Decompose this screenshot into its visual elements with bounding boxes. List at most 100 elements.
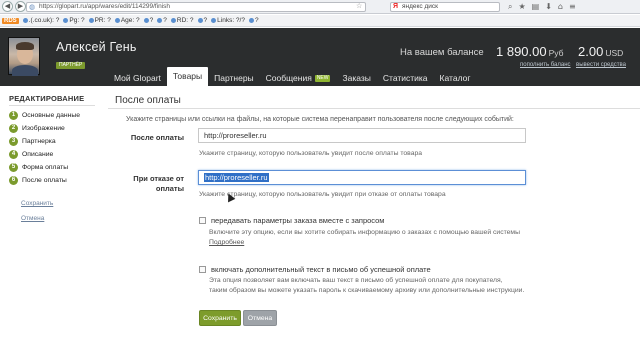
more-link[interactable]: Подробнее (209, 239, 244, 246)
browser-toolbar: ◀ ▶ ◍ https://glopart.ru/app/wares/edit/… (0, 0, 640, 14)
globe-icon: ◍ (29, 3, 36, 11)
sidebar-step[interactable]: 3 Партнерка (9, 136, 56, 146)
tab-my-glopart[interactable]: Мой Glopart (108, 70, 167, 86)
seo-item-label: Links: ?/? (217, 17, 245, 24)
pass-params-desc: Включите эту опцию, если вы хотите собир… (209, 229, 520, 236)
seo-item-label: PR: ? (94, 17, 111, 24)
browser-icons: ⌕ ★ ▤ ⬇ ⌂ ≡ (508, 2, 576, 12)
seo-item[interactable]: .(.co.uk): ? (22, 17, 60, 24)
seo-icon (197, 18, 203, 23)
sidebar-step[interactable]: 4 Описание (9, 149, 53, 159)
tab-label: Партнеры (214, 73, 254, 83)
balance-usd-value: 2.00 (578, 44, 604, 59)
step-number: 5 (9, 162, 18, 172)
seo-toolbar: RDS .(.co.uk): ? Pg: ? PR: ? Age: ? ? ? … (0, 15, 640, 27)
new-badge: NEW (314, 74, 331, 82)
seo-item[interactable]: RD: ? (170, 17, 194, 24)
extra-text-label: включать дополнительный текст в письмо о… (211, 265, 431, 274)
tab-partners[interactable]: Партнеры (208, 70, 260, 86)
rds-logo[interactable]: RDS (2, 17, 19, 24)
divider (9, 105, 95, 106)
search-input[interactable]: Я яндекс диск (390, 2, 500, 12)
step-number: 6 (9, 175, 18, 185)
tab-messages[interactable]: Сообщения NEW (260, 70, 337, 86)
sidebar-step-active[interactable]: 6 После оплаты (9, 175, 67, 185)
bookmark-icon[interactable]: ★ (518, 2, 525, 12)
extra-text-option[interactable]: включать дополнительный текст в письмо о… (199, 265, 431, 274)
step-number: 4 (9, 149, 18, 159)
divider (108, 108, 640, 109)
sidebar: РЕДАКТИРОВАНИЕ 1 Основные данные 2 Изображ… (0, 86, 100, 360)
sidebar-cancel-link[interactable]: Отмена (21, 215, 44, 222)
back-button[interactable]: ◀ (2, 1, 13, 12)
intro-text: Укажите страницы или ссылки на файлы, на… (126, 116, 514, 123)
seo-item[interactable]: Age: ? (114, 17, 140, 24)
balance-rub-currency: Руб (548, 48, 564, 58)
on-refusal-hint: Укажите страницу, которую пользователь у… (199, 191, 446, 198)
seo-icon (170, 18, 176, 23)
seo-icon (248, 18, 254, 23)
address-bar[interactable]: ◍ https://glopart.ru/app/wares/edit/1142… (26, 2, 366, 12)
save-button[interactable]: Сохранить (199, 310, 241, 326)
tab-orders[interactable]: Заказы (336, 70, 376, 86)
cancel-button[interactable]: Отмена (243, 310, 277, 326)
avatar[interactable] (8, 37, 40, 76)
seo-item[interactable]: PR: ? (88, 17, 111, 24)
seo-icon (63, 18, 69, 23)
seo-icon (157, 18, 163, 23)
seo-item[interactable]: ? (248, 17, 259, 24)
after-payment-hint: Укажите страницу, которую пользователь у… (199, 150, 423, 157)
pass-params-label: передавать параметры заказа вместе с зап… (211, 216, 385, 225)
sidebar-step[interactable]: 2 Изображение (9, 123, 65, 133)
after-payment-url-input[interactable] (198, 128, 526, 143)
pass-params-option[interactable]: передавать параметры заказа вместе с зап… (199, 216, 384, 225)
seo-item-label: Age: ? (120, 17, 140, 24)
tab-catalog[interactable]: Каталог (434, 70, 477, 86)
download-icon[interactable]: ⬇ (545, 2, 552, 12)
step-number: 1 (9, 110, 18, 120)
search-icon[interactable]: ⌕ (508, 2, 512, 12)
balance-label: На вашем балансе (400, 47, 484, 58)
seo-item[interactable]: Pg: ? (63, 17, 85, 24)
step-label: Изображение (22, 124, 65, 132)
seo-item-label: RD: ? (176, 17, 194, 24)
on-refusal-label-line: При отказе от (133, 174, 184, 183)
extra-text-desc: Эта опция позволяет вам включать ваш тек… (209, 276, 524, 296)
balance-rub: 1 890.00 Руб (496, 44, 564, 59)
page-title: После оплаты (115, 95, 181, 106)
search-text: яндекс диск (402, 3, 439, 10)
withdraw-funds-link[interactable]: вывести средства (576, 62, 626, 68)
menu-icon[interactable]: ≡ (569, 2, 576, 12)
tab-label: Мой Glopart (114, 73, 161, 83)
seo-item[interactable]: Links: ?/? (211, 17, 245, 24)
sidebar-step[interactable]: 1 Основные данные (9, 110, 80, 120)
user-name[interactable]: Алексей Гень (56, 40, 137, 54)
seo-icon (143, 18, 149, 23)
on-refusal-label: При отказе от оплаты (128, 174, 184, 194)
on-refusal-label-line: оплаты (155, 184, 184, 193)
seo-item[interactable]: ? (197, 17, 208, 24)
tab-label: Каталог (439, 73, 471, 83)
tab-products[interactable]: Товары (166, 67, 209, 86)
sidebar-step[interactable]: 5 Форма оплаты (9, 162, 68, 172)
forward-button[interactable]: ▶ (15, 1, 26, 12)
tab-statistics[interactable]: Статистика (377, 70, 434, 86)
seo-icon (22, 18, 28, 23)
pass-params-checkbox[interactable] (199, 217, 206, 224)
sidebar-save-link[interactable]: Сохранить (21, 200, 53, 207)
home-icon[interactable]: ⌂ (558, 2, 563, 12)
seo-icon (114, 18, 120, 23)
topup-balance-link[interactable]: пополнить баланс (520, 62, 571, 68)
library-icon[interactable]: ▤ (532, 2, 540, 12)
step-label: Описание (22, 150, 54, 158)
seo-item-label: .(.co.uk): ? (28, 17, 60, 24)
bookmark-star-icon[interactable]: ☆ (356, 2, 362, 10)
seo-item[interactable]: ? (143, 17, 154, 24)
extra-text-desc-line: Эта опция позволяет вам включать ваш тек… (209, 277, 503, 284)
seo-item-label: ? (149, 17, 154, 24)
extra-text-checkbox[interactable] (199, 266, 206, 273)
seo-item-label: ? (203, 17, 208, 24)
on-refusal-url-input[interactable]: http://proreseller.ru (198, 170, 526, 185)
after-payment-label: После оплаты (130, 133, 184, 142)
seo-item[interactable]: ? (157, 17, 167, 24)
